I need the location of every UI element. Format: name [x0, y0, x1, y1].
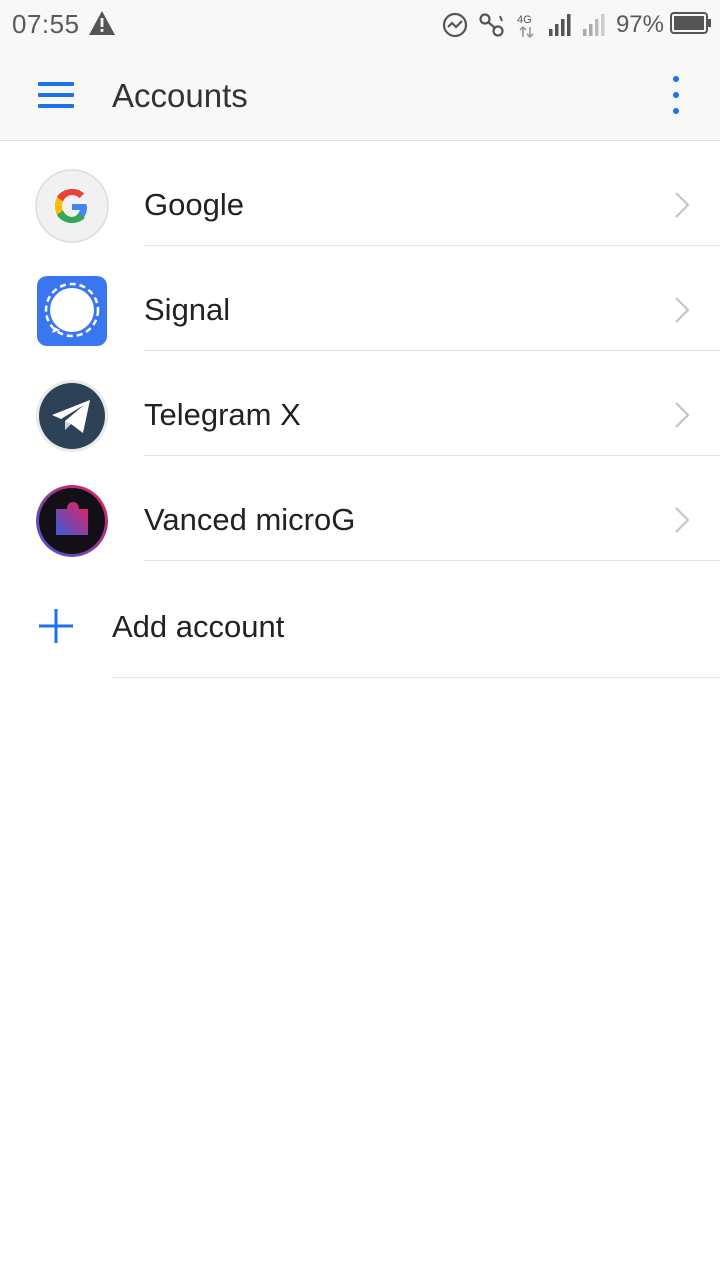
google-icon — [34, 168, 110, 244]
network-type-icon: 4G — [516, 11, 538, 39]
chevron-right-icon — [675, 192, 690, 218]
add-account-button[interactable]: Add account — [0, 573, 720, 678]
status-indicators: 4G 97% — [442, 8, 712, 42]
chevron-right-icon — [675, 297, 690, 323]
overflow-dot — [673, 76, 679, 82]
plus-icon — [39, 609, 73, 643]
navigation-menu-button[interactable] — [30, 74, 82, 118]
menu-icon-line — [38, 82, 74, 86]
vanced-microg-icon — [34, 483, 110, 559]
chevron-right-icon — [675, 402, 690, 428]
account-row-google[interactable]: Google — [0, 141, 720, 246]
signal-icon — [34, 273, 110, 349]
activity-icon — [442, 12, 468, 38]
accounts-list: Google Signal Telegram X Vanced microG — [0, 141, 720, 561]
app-bar: Accounts — [0, 50, 720, 141]
more-options-button[interactable] — [656, 70, 696, 122]
divider — [112, 677, 720, 678]
account-label: Vanced microG — [144, 502, 356, 537]
account-row-vanced-microg[interactable]: Vanced microG — [0, 456, 720, 561]
overflow-dot — [673, 92, 679, 98]
signal-strength-sim2-icon — [582, 13, 606, 37]
status-time: 07:55 — [12, 9, 80, 39]
status-bar: 07:55 4G 97% — [0, 0, 720, 50]
signal-strength-icon — [548, 13, 572, 37]
overflow-dot — [673, 108, 679, 114]
page-title: Accounts — [112, 77, 248, 114]
telegram-x-icon — [34, 378, 110, 454]
menu-icon-line — [38, 93, 74, 97]
menu-icon-line — [38, 104, 74, 108]
network-type-label: 4G — [517, 14, 532, 26]
account-row-telegram-x[interactable]: Telegram X — [0, 351, 720, 456]
warning-icon — [89, 11, 115, 35]
account-label: Telegram X — [144, 397, 301, 432]
chevron-right-icon — [675, 507, 690, 533]
account-label: Signal — [144, 292, 231, 327]
account-row-signal[interactable]: Signal — [0, 246, 720, 351]
battery-percent: 97% — [615, 11, 664, 38]
hotspot-link-icon — [478, 12, 506, 38]
add-account-label: Add account — [112, 609, 285, 644]
battery-icon — [670, 11, 712, 39]
divider — [144, 560, 720, 561]
account-label: Google — [144, 187, 244, 222]
